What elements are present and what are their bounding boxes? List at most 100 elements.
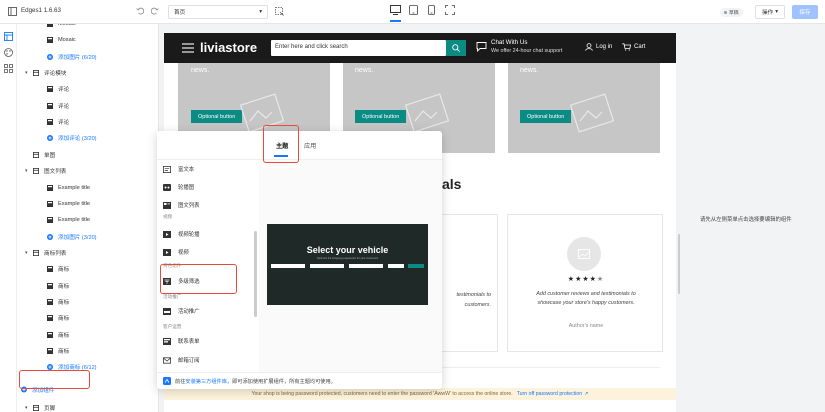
tab-theme[interactable]: 主题	[276, 141, 288, 150]
block-icon	[47, 298, 53, 305]
component-option[interactable]: 活动推广	[163, 304, 200, 318]
add-item-link[interactable]: 添加商标 (6/12)	[17, 359, 158, 375]
tree-item[interactable]: 商标	[17, 327, 158, 343]
tree-item-label: 评论	[58, 103, 70, 110]
fullscreen-icon[interactable]	[445, 5, 455, 15]
tree-item[interactable]: Mosaic	[17, 32, 158, 48]
preview-subtitle: Optimize the shopping experience for you…	[316, 257, 379, 260]
chevron-down-icon[interactable]: ▾	[25, 70, 29, 76]
add-item-link[interactable]: 添加图片 (6/20)	[17, 49, 158, 65]
save-button[interactable]: 保存	[792, 5, 818, 19]
tree-item[interactable]: 商标	[17, 261, 158, 277]
component-option-label: 富文本	[178, 167, 195, 173]
add-item-link[interactable]: 添加评论 (3/20)	[17, 130, 158, 146]
tree-item[interactable]: ▾ 页脚	[17, 400, 158, 412]
banner-link[interactable]: Turn off password protection	[517, 391, 582, 397]
search-button[interactable]	[446, 40, 466, 56]
component-category-label: 活动推广	[163, 294, 182, 299]
optional-button[interactable]: Optional button	[355, 110, 407, 123]
redo-icon[interactable]	[151, 7, 159, 15]
status-badge-label: 草稿	[729, 11, 739, 16]
component-option[interactable]: 图文列表	[163, 198, 200, 212]
add-circle-icon	[47, 364, 53, 371]
review-author: Author's name	[568, 323, 604, 329]
password-banner: Your shop is being password protected, c…	[164, 388, 676, 400]
component-preview-area: Select your vehicle Optimize the shoppin…	[259, 160, 442, 372]
component-list: 富文本 轮播图 图文列表 视频 视频轮播 视频 特色组件 多级筛选 活动推广 活动推广 客户运营 联系…	[157, 160, 255, 372]
tree-item-label: 评论	[58, 87, 70, 94]
tree-item[interactable]: ▾ 图文列表	[17, 163, 158, 179]
component-option[interactable]: 联系表单	[163, 334, 200, 348]
tree-item[interactable]: 单图	[17, 147, 158, 163]
tree-item[interactable]: 商标	[17, 310, 158, 326]
login-link[interactable]: Log in	[585, 43, 612, 51]
component-option[interactable]: 视频	[163, 245, 189, 259]
tree-item[interactable]: 商标	[17, 294, 158, 310]
cart-link[interactable]: Cart	[622, 43, 645, 51]
sections-icon[interactable]	[4, 32, 13, 43]
store-header: liviastore Enter here and click search C…	[164, 33, 676, 63]
review-text: Add customer reviews and testimonials to…	[536, 291, 636, 306]
tree-item[interactable]: ▾ 评论模块	[17, 65, 158, 81]
tree-item[interactable]: Example title	[17, 180, 158, 196]
tree-item-label: 商标列表	[44, 250, 67, 257]
tree-item[interactable]: Mosaic	[17, 24, 158, 32]
optional-button[interactable]: Optional button	[520, 110, 572, 123]
collapse-sidebar-icon[interactable]	[8, 7, 17, 16]
footer-suffix: ，即可添加使用扩展组件，所有主题均可使用。	[226, 378, 336, 385]
undo-icon[interactable]	[136, 7, 144, 15]
component-option[interactable]: 视频轮播	[163, 227, 200, 241]
add-item-link[interactable]: 添加图片 (3/20)	[17, 229, 158, 245]
tablet-view-icon[interactable]	[409, 5, 418, 15]
tree-item[interactable]: 商标	[17, 343, 158, 359]
tree-item-label: Example title	[58, 217, 91, 224]
add-component-button[interactable]: 添加组件	[17, 382, 158, 398]
search-icon	[452, 44, 460, 52]
mobile-view-icon[interactable]	[428, 5, 435, 15]
tree-item[interactable]: Example title	[17, 196, 158, 212]
chevron-down-icon[interactable]: ▾	[25, 405, 29, 411]
tree-item[interactable]: 评论	[17, 81, 158, 97]
block-icon	[47, 217, 53, 224]
desktop-view-icon[interactable]	[390, 5, 401, 22]
store-search-input[interactable]: Enter here and click search	[271, 40, 446, 56]
chevron-down-icon[interactable]: ▾	[25, 168, 29, 174]
menu-icon[interactable]	[182, 43, 194, 55]
component-option[interactable]: 富文本	[163, 162, 194, 176]
preview-link-icon[interactable]	[275, 7, 284, 16]
component-option[interactable]: 轮播图	[163, 180, 194, 194]
tree-item[interactable]: ▾ 商标列表	[17, 245, 158, 261]
section-icon	[33, 168, 39, 175]
tree-item[interactable]: 评论	[17, 114, 158, 130]
tree-item[interactable]: 商标	[17, 278, 158, 294]
block-icon	[47, 200, 53, 207]
optional-button[interactable]: Optional button	[191, 110, 243, 123]
theme-palette-icon[interactable]	[4, 48, 13, 59]
list-scrollbar[interactable]	[254, 231, 257, 317]
component-option[interactable]: 邮箱订阅	[163, 353, 200, 367]
page-select[interactable]: 首页 ▾	[168, 5, 268, 19]
external-link-icon: ↗	[584, 391, 589, 397]
tab-apps[interactable]: 应用	[304, 141, 316, 150]
chevron-down-icon[interactable]: ▾	[25, 250, 29, 256]
component-category-label: 视频	[163, 214, 173, 219]
component-option[interactable]: 多级筛选	[163, 274, 200, 288]
chat-title[interactable]: Chat With Us	[491, 39, 527, 46]
status-dot	[724, 11, 727, 14]
tree-item[interactable]: Example title	[17, 212, 158, 228]
section-tree: Mosaic Mosaic 添加图片 (6/20) ▾ 评论模块 评论 评论 评论 添加评论 (…	[17, 24, 159, 412]
tree-item-label: 商标	[58, 349, 70, 355]
tree-item[interactable]: 评论	[17, 98, 158, 114]
actions-dropdown[interactable]: 操作 ▾	[755, 5, 785, 19]
tree-item-label: 商标	[58, 283, 70, 290]
apps-grid-icon[interactable]	[4, 64, 13, 75]
component-option-label: 图文列表	[178, 203, 200, 209]
cart-icon	[622, 43, 631, 51]
plugin-library-icon	[163, 377, 171, 385]
tree-item-label: 添加图片 (6/20)	[58, 54, 97, 61]
component-option-label: 轮播图	[178, 185, 195, 191]
store-logo[interactable]: liviastore	[200, 40, 257, 55]
install-library-link[interactable]: 安装第三方组件库	[185, 378, 227, 385]
component-option-label: 联系表单	[178, 339, 200, 345]
video-carousel-icon	[163, 230, 171, 238]
